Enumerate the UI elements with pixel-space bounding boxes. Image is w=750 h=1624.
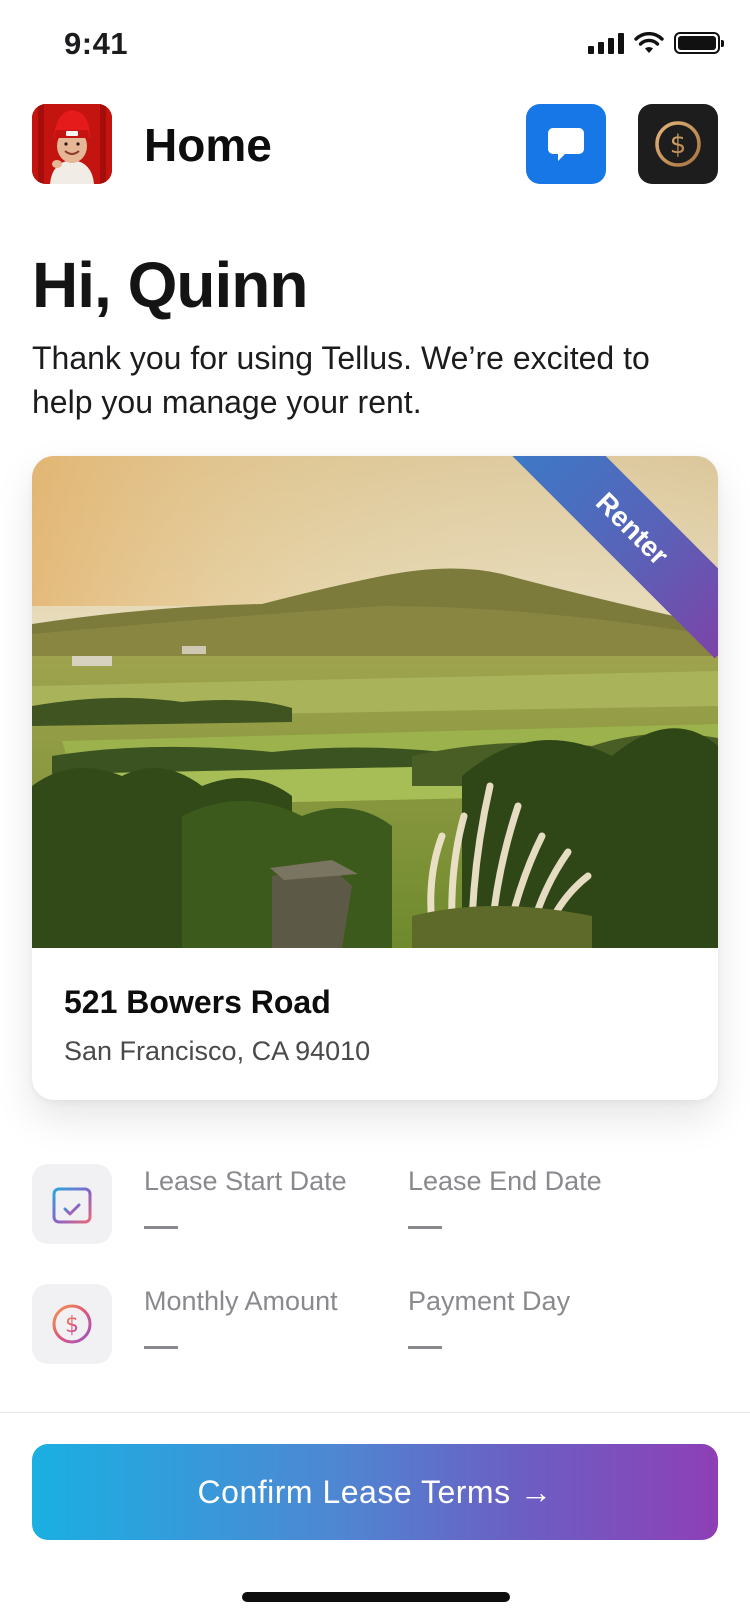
dollar-circle-icon: $ — [52, 1304, 92, 1344]
property-address: 521 Bowers Road — [64, 984, 331, 1020]
chat-bubble-icon — [548, 128, 584, 161]
confirm-lease-button[interactable]: Confirm Lease Terms → — [32, 1444, 718, 1540]
lease-start-label: Lease Start Date — [144, 1166, 347, 1196]
dollar-coin-icon: $ — [655, 121, 701, 167]
status-bar: 9:41 — [0, 0, 750, 90]
page-title: Home — [144, 119, 272, 171]
lease-end-value — [408, 1226, 442, 1229]
property-card[interactable]: Renter 521 Bowers Road San Francisco, CA… — [32, 456, 718, 1100]
signal-icon — [588, 32, 624, 54]
battery-icon — [674, 32, 724, 54]
monthly-amount: Monthly Amount — [144, 1284, 338, 1349]
messages-button[interactable] — [526, 104, 606, 184]
wifi-icon — [634, 32, 664, 53]
divider — [0, 1412, 750, 1413]
calendar-tile — [32, 1164, 112, 1244]
payment-tile: $ — [32, 1284, 112, 1364]
status-time: 9:41 — [64, 26, 129, 61]
monthly-amount-value — [144, 1346, 178, 1349]
payment-day-label: Payment Day — [408, 1286, 571, 1316]
svg-text:$: $ — [65, 1313, 79, 1338]
wallet-button[interactable]: $ — [638, 104, 718, 184]
lease-start-value — [144, 1226, 178, 1229]
app-header: Home $ — [32, 104, 718, 184]
status-icons — [588, 32, 724, 54]
lease-dates-row: Lease Start Date Lease End Date — [32, 1164, 718, 1244]
lease-start: Lease Start Date — [144, 1164, 347, 1229]
svg-text:$: $ — [670, 130, 687, 160]
lease-payment-row: $ Monthly Amount Payment Day — [32, 1284, 718, 1364]
lease-end: Lease End Date — [408, 1164, 602, 1229]
greeting-message: Thank you for using Tellus. We’re excite… — [32, 340, 650, 420]
payment-day: Payment Day — [408, 1284, 570, 1349]
payment-day-value — [408, 1346, 442, 1349]
monthly-amount-label: Monthly Amount — [144, 1286, 338, 1316]
calendar-check-icon — [52, 1183, 92, 1224]
home-indicator[interactable] — [242, 1592, 510, 1602]
greeting-title: Hi, Quinn — [32, 249, 308, 321]
property-city: San Francisco, CA 94010 — [64, 1036, 371, 1066]
lease-end-label: Lease End Date — [408, 1166, 602, 1196]
avatar[interactable] — [32, 104, 112, 184]
